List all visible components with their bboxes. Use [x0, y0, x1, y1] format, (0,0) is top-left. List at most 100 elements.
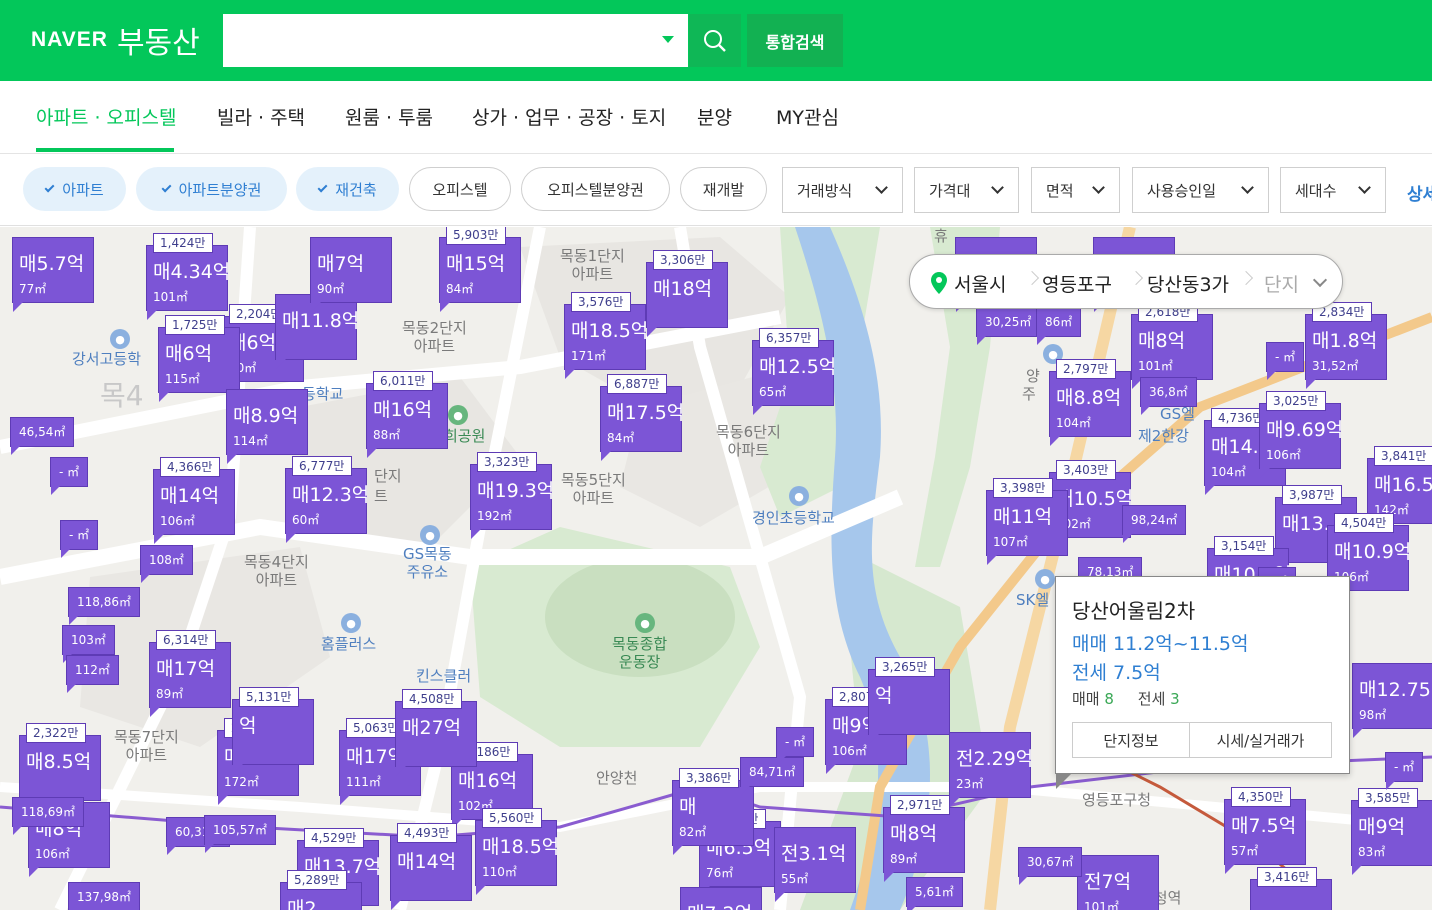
price-marker[interactable]: 6,777만 매12.3억 60㎡ — [285, 456, 369, 543]
breadcrumb-complex[interactable]: 단지 — [1264, 270, 1299, 297]
search-button[interactable] — [689, 14, 741, 67]
area-marker[interactable]: 118,86㎡ — [68, 587, 140, 625]
dropdown-area[interactable]: 면적 — [1031, 167, 1120, 213]
marker-price: 전3.1억 — [781, 843, 847, 865]
tab-apartment-officetel[interactable]: 아파트 · 오피스텔 — [36, 103, 176, 130]
area-marker[interactable]: 118,69㎡ — [12, 797, 84, 835]
area-marker[interactable]: 5,61㎡ — [906, 877, 963, 910]
area-marker[interactable]: 108㎡ — [140, 545, 193, 583]
price-marker[interactable]: 1,725만 매6억 115㎡ — [158, 315, 240, 402]
filter-chip-officetel-presale[interactable]: 오피스텔분양권 — [521, 167, 670, 211]
price-marker[interactable]: 3,576만 매18.5억 171㎡ — [564, 292, 648, 379]
chip-label: 아파트 — [62, 180, 104, 199]
price-marker[interactable]: 2,797만 매8.8억 104㎡ — [1049, 359, 1131, 446]
price-marker[interactable]: 매8.9억 114㎡ — [226, 389, 308, 464]
price-per-pyeong: 4,493만 — [397, 823, 457, 843]
area-marker[interactable]: 36,8㎡ — [1140, 377, 1197, 415]
marker-price: 매10.9억 — [1334, 541, 1412, 563]
price-marker[interactable]: 5,289만 매2 — [280, 870, 362, 910]
price-marker[interactable]: 4,350만 매7.5억 57㎡ — [1224, 787, 1306, 874]
marker-area: 57㎡ — [1231, 844, 1259, 858]
marker-price: 매11억 — [993, 506, 1053, 528]
price-marker[interactable]: 2,618만 매8억 101㎡ — [1131, 302, 1213, 389]
price-marker[interactable]: 매7억 90㎡ — [310, 237, 392, 312]
price-marker[interactable]: 4,366만 매14억 106㎡ — [153, 457, 235, 544]
price-marker[interactable]: 4,508만 매27억 — [395, 689, 477, 776]
price-per-pyeong: 6,314만 — [156, 630, 216, 650]
area-marker[interactable]: 103㎡ — [62, 625, 115, 663]
price-marker[interactable]: 전3.1억 55㎡ — [774, 827, 856, 902]
marker-price: 매7억 — [317, 253, 365, 275]
breadcrumb-dong[interactable]: 당산동3가 — [1147, 270, 1229, 297]
area-marker[interactable]: - ㎡ — [1266, 342, 1305, 380]
tab-presale[interactable]: 분양 — [697, 103, 732, 130]
filter-chip-officetel[interactable]: 오피스텔 — [409, 167, 511, 211]
price-marker[interactable]: 1,424만 매4.34억 101㎡ — [146, 233, 230, 320]
area-marker[interactable]: - ㎡ — [1385, 752, 1424, 790]
price-marker[interactable]: 5,903만 매15억 84㎡ — [439, 227, 521, 312]
price-history-button[interactable]: 시세/실거래가 — [1189, 722, 1332, 758]
area-marker[interactable]: 30,25㎡ — [976, 307, 1041, 345]
price-marker[interactable]: 3,585만 매9억 83㎡ — [1351, 788, 1432, 875]
park-icon: ● — [448, 405, 468, 425]
search-input[interactable] — [223, 14, 643, 67]
area-marker[interactable]: 98,24㎡ — [1122, 505, 1187, 543]
price-marker[interactable]: 6,314만 매17억 89㎡ — [149, 630, 231, 717]
tab-my-interest[interactable]: MY관심 — [776, 103, 839, 130]
dropdown-price[interactable]: 가격대 — [914, 167, 1019, 213]
price-marker[interactable]: 6,011만 매16억 88㎡ — [366, 371, 448, 458]
area-marker[interactable]: - ㎡ — [50, 457, 89, 495]
price-marker[interactable]: 전2.29억 23㎡ — [949, 732, 1033, 807]
breadcrumb-district[interactable]: 영등포구 — [1042, 270, 1112, 297]
area-marker[interactable]: 86㎡ — [1036, 307, 1082, 345]
price-marker[interactable]: 매12.75억 98㎡ — [1352, 663, 1432, 738]
area-marker[interactable]: 112㎡ — [66, 655, 119, 693]
filter-chip-apartment-presale[interactable]: 아파트분양권 — [136, 167, 287, 211]
price-marker[interactable]: 3,398만 매11억 107㎡ — [986, 478, 1068, 565]
price-marker[interactable]: 3,323만 매19.3억 192㎡ — [470, 452, 554, 539]
price-marker[interactable]: 3,025만 매9.69억 106㎡ — [1259, 391, 1343, 478]
chevron-down-icon[interactable] — [1312, 272, 1328, 288]
filter-chip-reconstruction[interactable]: 재건축 — [296, 167, 399, 211]
tab-commercial[interactable]: 상가 · 업무 · 공장 · 토지 — [472, 103, 666, 130]
area-marker[interactable]: 105,57㎡ — [204, 815, 276, 853]
naver-realestate-logo[interactable]: NAVER 부동산 — [31, 20, 200, 61]
price-marker[interactable]: 3,265만 억 — [868, 657, 950, 744]
area-marker[interactable]: 46,54㎡ — [10, 417, 75, 455]
search-dropdown-icon[interactable] — [662, 36, 674, 43]
complex-info-button[interactable]: 단지정보 — [1072, 722, 1190, 758]
price-marker[interactable]: 2,322만 매8.5억 — [19, 723, 101, 810]
price-marker[interactable]: 매5.7억 77㎡ — [12, 237, 94, 312]
filter-chip-apartment[interactable]: 아파트 — [23, 167, 126, 211]
detail-filter-link[interactable]: 상세 — [1407, 180, 1432, 205]
breadcrumb-city[interactable]: 서울시 — [954, 270, 1006, 297]
area-marker[interactable]: 84,71㎡ — [740, 757, 805, 795]
area-marker[interactable]: - ㎡ — [60, 520, 99, 558]
tab-oneroom-tworoom[interactable]: 원룸 · 투룸 — [345, 103, 433, 130]
dropdown-trade-type[interactable]: 거래방식 — [782, 167, 903, 213]
marker-area: 84㎡ — [446, 282, 474, 296]
price-marker[interactable]: 5,131만 억 — [232, 687, 314, 774]
price-marker[interactable]: 6,357만 매12.5억 65㎡ — [752, 328, 836, 415]
price-marker[interactable]: 매7.2억79 — [680, 887, 762, 910]
area-marker[interactable]: 137,98㎡ — [68, 882, 140, 910]
filter-chip-redevelopment[interactable]: 재개발 — [680, 167, 767, 211]
price-marker[interactable]: 3,306만 매18억 — [646, 250, 728, 337]
map-canvas[interactable]: 목동1단지 아파트 목동2단지 아파트 목동4단지 아파트 목동5단지 아파트 목동6단… — [0, 227, 1432, 910]
integrated-search-button[interactable]: 통합검색 — [747, 14, 843, 67]
price-per-pyeong: 1,725만 — [165, 315, 225, 335]
dropdown-approval-date[interactable]: 사용승인일 — [1132, 167, 1269, 213]
price-per-pyeong: 3,403만 — [1056, 460, 1116, 480]
tab-villa-house[interactable]: 빌라 · 주택 — [217, 103, 305, 130]
chevron-right-icon — [1024, 270, 1040, 286]
price-marker[interactable]: 6,887만 매17.5억 84㎡ — [600, 374, 684, 461]
price-marker[interactable]: 4,493만 매14억 — [390, 823, 472, 910]
area-marker[interactable]: - ㎡ — [776, 727, 815, 765]
price-marker[interactable]: 3,416만 — [1250, 867, 1332, 910]
dropdown-households[interactable]: 세대수 — [1280, 167, 1386, 213]
price-marker[interactable]: 전7억 101㎡ — [1077, 855, 1159, 910]
price-marker[interactable]: 2,971만 매8억 89㎡ — [883, 795, 965, 882]
area-marker[interactable]: 30,67㎡ — [1018, 847, 1083, 885]
price-marker[interactable]: 5,560만 매18.5억 110㎡ — [475, 808, 559, 895]
price-marker[interactable]: 2,834만 매1.8억 31,52㎡ — [1305, 302, 1387, 389]
